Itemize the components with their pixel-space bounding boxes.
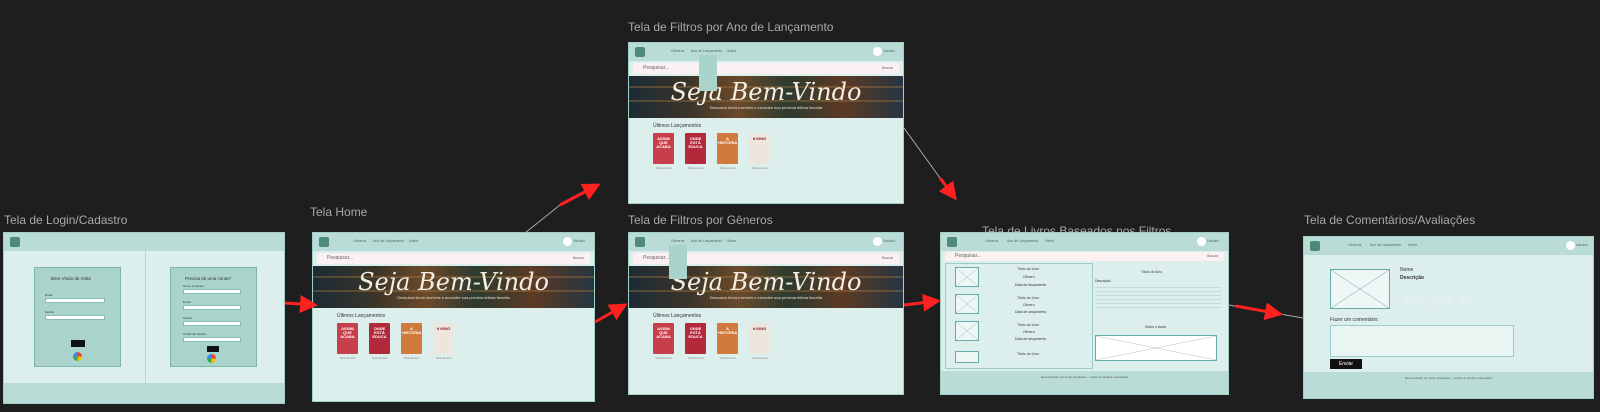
connector-ano-livros xyxy=(938,177,957,201)
connector-livros-comentarios xyxy=(1235,302,1283,321)
flow-connectors xyxy=(284,127,1304,324)
connector-ano-livros-line xyxy=(903,127,941,179)
connector-home-generos xyxy=(594,303,628,324)
connector-home-ano-line xyxy=(524,204,561,234)
connector-generos-livros xyxy=(903,293,941,312)
connector-home-ano xyxy=(559,183,601,207)
connector-login-home xyxy=(284,295,318,313)
